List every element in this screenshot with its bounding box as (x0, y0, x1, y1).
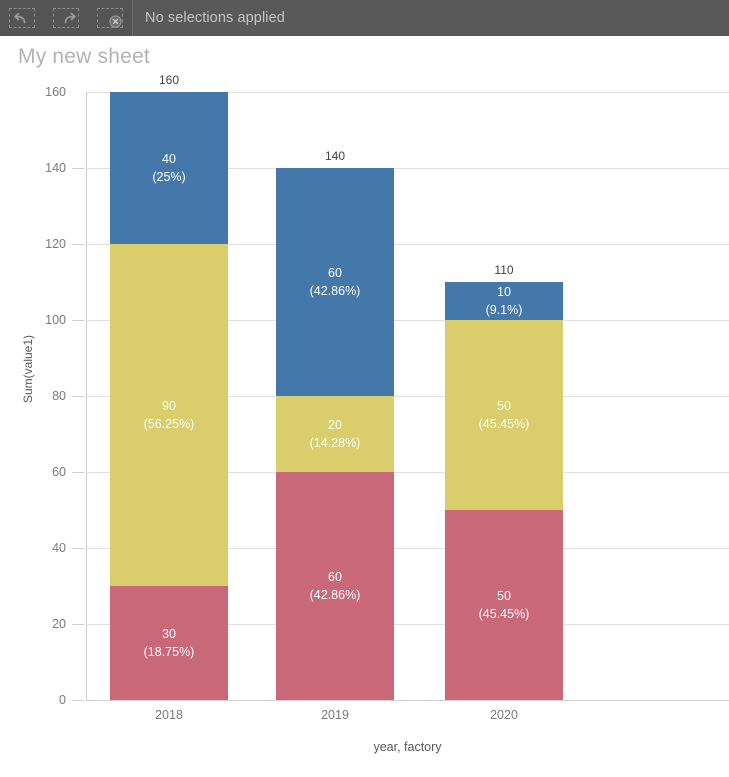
y-axis-tick-mark (72, 624, 84, 625)
x-axis-tick-label-2019[interactable]: 2019 (276, 708, 394, 722)
segment-value-label: 10 (497, 284, 511, 299)
bar-group-2020[interactable]: 50 (45.45%) 50 (45.45%) 10 (9.1%) 110 (445, 72, 563, 700)
redo-icon (53, 8, 79, 28)
y-axis-tick-label: 40 (52, 541, 66, 555)
y-axis-tick-mark (72, 548, 84, 549)
segment-percent-label: (42.86%) (309, 588, 361, 602)
segment-value-label: 40 (162, 151, 176, 166)
y-axis-tick-label: 60 (52, 465, 66, 479)
y-axis-tick-label: 160 (45, 85, 66, 99)
x-axis-tick-label-2018[interactable]: 2018 (110, 708, 228, 722)
segment-value-label: 90 (162, 398, 176, 413)
segment-value-label: 50 (497, 588, 511, 603)
y-axis-tick-label: 0 (59, 693, 66, 707)
x-axis-tick-label-2020[interactable]: 2020 (445, 708, 563, 722)
segment-percent-label: (42.86%) (309, 284, 361, 298)
segment-value-label: 60 (328, 569, 342, 584)
bar-segment-blue-2020[interactable]: 10 (9.1%) (445, 282, 563, 320)
bar-segment-yellow-2018[interactable]: 90 (56.25%) (110, 244, 228, 586)
segment-percent-label: (14.28%) (309, 436, 361, 450)
bar-segment-red-2020[interactable]: 50 (45.45%) (445, 510, 563, 700)
segment-percent-label: (56.25%) (143, 417, 195, 431)
redo-button[interactable] (44, 0, 88, 36)
segment-percent-label: (18.75%) (143, 645, 195, 659)
segment-value-label: 50 (497, 398, 511, 413)
y-axis-tick-label: 120 (45, 237, 66, 251)
selections-bar[interactable]: No selections applied (133, 0, 729, 36)
clear-selections-icon (97, 8, 123, 28)
bar-group-2019[interactable]: 60 (42.86%) 20 (14.28%) 60 (42.86%) 140 (276, 72, 394, 700)
bar-total-label-2018: 160 (158, 73, 180, 87)
page-title: My new sheet (18, 45, 150, 68)
x-axis-line (86, 700, 729, 701)
segment-percent-label: (45.45%) (478, 607, 530, 621)
y-axis-tick-label: 100 (45, 313, 66, 327)
selection-status-text: No selections applied (145, 10, 285, 26)
y-axis-tick-label: 80 (52, 389, 66, 403)
x-axis-title: year, factory (373, 740, 442, 754)
bar-group-2018[interactable]: 30 (18.75%) 90 (56.25%) 40 (25%) 160 (110, 72, 228, 700)
y-axis-tick-mark (72, 396, 84, 397)
y-axis-tick-mark (72, 472, 84, 473)
bar-segment-yellow-2019[interactable]: 20 (14.28%) (276, 396, 394, 472)
y-axis-tick-mark (72, 244, 84, 245)
top-toolbar: No selections applied (0, 0, 729, 36)
bar-segment-red-2019[interactable]: 60 (42.86%) (276, 472, 394, 700)
stacked-bar-chart[interactable]: Sum(value1) 0 20 40 60 80 100 120 140 160 30 (18.… (0, 72, 729, 777)
bar-segment-blue-2019[interactable]: 60 (42.86%) (276, 168, 394, 396)
clear-selections-button[interactable] (88, 0, 132, 36)
undo-icon (9, 8, 35, 28)
segment-value-label: 30 (162, 626, 176, 641)
y-axis-tick-label: 140 (45, 161, 66, 175)
y-axis-tick-mark (72, 700, 84, 701)
y-axis-line (86, 92, 87, 700)
segment-value-label: 60 (328, 265, 342, 280)
bar-segment-yellow-2020[interactable]: 50 (45.45%) (445, 320, 563, 510)
bar-segment-blue-2018[interactable]: 40 (25%) (110, 92, 228, 244)
segment-percent-label: (45.45%) (478, 417, 530, 431)
y-axis-tick-label: 20 (52, 617, 66, 631)
selection-tools-group (0, 0, 133, 36)
segment-percent-label: (9.1%) (485, 303, 523, 317)
y-axis-tick-mark (72, 168, 84, 169)
segment-percent-label: (25%) (152, 170, 186, 184)
bar-total-label-2019: 140 (324, 149, 346, 163)
undo-button[interactable] (0, 0, 44, 36)
y-axis-tick-mark (72, 320, 84, 321)
bar-segment-red-2018[interactable]: 30 (18.75%) (110, 586, 228, 700)
segment-value-label: 20 (328, 417, 342, 432)
bar-total-label-2020: 110 (494, 263, 514, 277)
